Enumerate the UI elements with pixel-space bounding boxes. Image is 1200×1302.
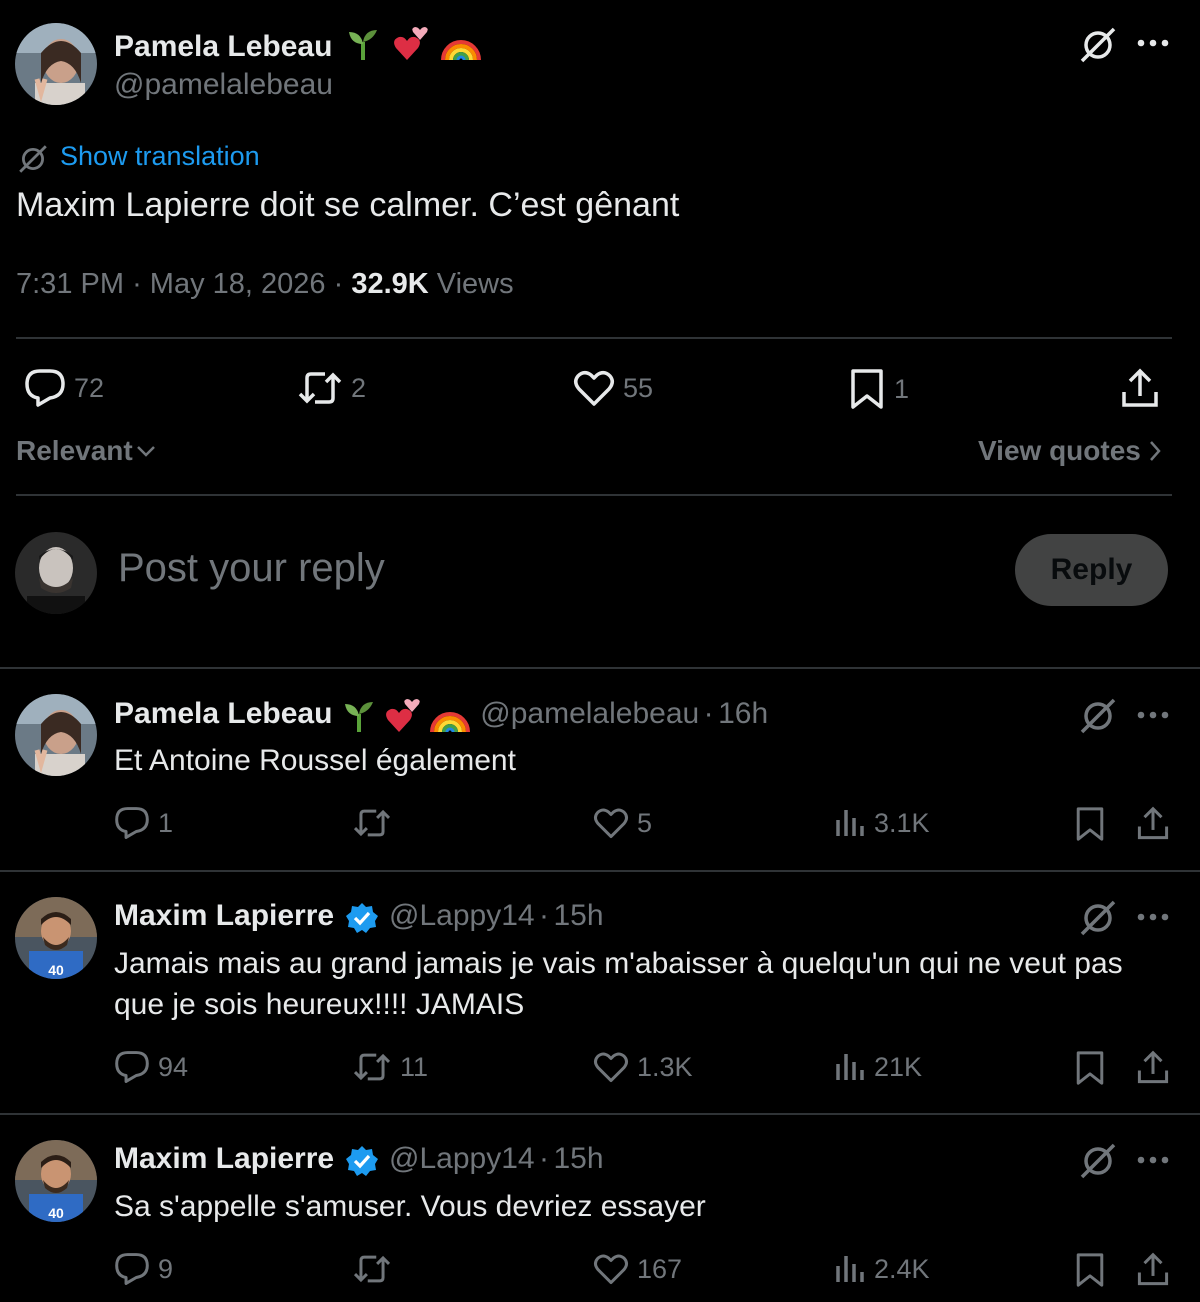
bookmark-icon[interactable] xyxy=(1074,806,1106,842)
verified-badge-icon xyxy=(345,1144,379,1183)
reply-time[interactable]: 15h xyxy=(553,1142,603,1175)
reply-button[interactable]: 9 xyxy=(114,1252,173,1286)
avatar[interactable] xyxy=(15,694,97,776)
author-name[interactable]: Maxim Lapierre xyxy=(114,899,334,932)
heart-icon xyxy=(593,1252,629,1286)
views-label: Views xyxy=(436,268,514,300)
user-avatar[interactable] xyxy=(15,532,97,614)
heart-icon xyxy=(593,1050,629,1084)
divider xyxy=(16,494,1172,496)
repost-button[interactable]: 2 xyxy=(297,368,366,408)
rainbow-emoji xyxy=(429,698,470,739)
reply-button[interactable]: 94 xyxy=(114,1050,188,1084)
two-hearts-emoji xyxy=(385,698,421,739)
sort-replies-dropdown[interactable]: Relevant xyxy=(16,435,157,467)
bookmark-icon[interactable] xyxy=(1074,1252,1106,1288)
verified-badge-icon xyxy=(345,901,379,940)
seedling-emoji xyxy=(341,698,377,739)
like-button[interactable]: 55 xyxy=(573,368,653,408)
divider xyxy=(0,870,1200,872)
grok-icon[interactable] xyxy=(1078,1141,1118,1181)
reply-header: Pamela Lebeau @pamelalebeau · 16h xyxy=(114,697,768,739)
seedling-emoji xyxy=(345,26,381,70)
views-button[interactable]: 2.4K xyxy=(834,1252,930,1286)
avatar[interactable]: 40 xyxy=(15,897,97,979)
reply-button[interactable]: 72 xyxy=(24,368,104,408)
reply-time[interactable]: 15h xyxy=(553,899,603,932)
grok-icon[interactable] xyxy=(1078,696,1118,736)
author-name[interactable]: Pamela Lebeau xyxy=(114,26,482,70)
post-time[interactable]: 7:31 PM xyxy=(16,268,124,300)
chevron-right-icon xyxy=(1147,438,1163,464)
repost-button[interactable]: 11 xyxy=(352,1050,428,1084)
translate-icon xyxy=(17,143,49,175)
share-icon[interactable] xyxy=(1136,806,1170,842)
share-icon[interactable] xyxy=(1136,1252,1170,1288)
reply-icon xyxy=(114,1252,150,1286)
bookmark-icon[interactable] xyxy=(1074,1050,1106,1086)
more-options-icon[interactable] xyxy=(1136,33,1170,53)
grok-icon[interactable] xyxy=(1078,898,1118,938)
post-meta: 7:31 PM · May 18, 2026 · 32.9K Views xyxy=(16,268,514,300)
author-handle[interactable]: @Lappy14 xyxy=(389,899,535,932)
reply-text: Jamais mais au grand jamais je vais m'ab… xyxy=(114,947,1123,1021)
reply-icon xyxy=(24,368,66,408)
author-name[interactable]: Pamela Lebeau xyxy=(114,697,332,730)
author-name[interactable]: Maxim Lapierre xyxy=(114,1142,334,1175)
repost-button[interactable] xyxy=(352,1252,400,1286)
bookmark-button[interactable]: 1 xyxy=(848,368,909,410)
reply-header: Maxim Lapierre @Lappy14 · 15h xyxy=(114,899,604,940)
divider xyxy=(0,667,1200,669)
divider xyxy=(0,1113,1200,1115)
heart-icon xyxy=(573,368,615,408)
reply-text: Et Antoine Roussel également xyxy=(114,744,516,777)
reply-text: Sa s'appelle s'amuser. Vous devriez essa… xyxy=(114,1190,706,1223)
avatar[interactable]: 40 xyxy=(15,1140,97,1222)
avatar[interactable] xyxy=(15,23,97,105)
view-quotes-link[interactable]: View quotes xyxy=(978,435,1163,467)
two-hearts-emoji xyxy=(393,26,429,70)
analytics-icon xyxy=(834,1050,866,1084)
reply-time[interactable]: 16h xyxy=(718,697,768,730)
post-text: Maxim Lapierre doit se calmer. C’est gên… xyxy=(16,186,680,224)
analytics-icon xyxy=(834,806,866,840)
grok-icon[interactable] xyxy=(1078,25,1118,65)
repost-button[interactable] xyxy=(352,806,400,840)
divider xyxy=(16,337,1172,339)
repost-icon xyxy=(352,806,392,840)
like-button[interactable]: 1.3K xyxy=(593,1050,693,1084)
repost-icon xyxy=(297,368,343,408)
views-button[interactable]: 3.1K xyxy=(834,806,930,840)
bookmark-icon xyxy=(848,368,886,410)
reply-submit-button[interactable]: Reply xyxy=(1015,534,1168,606)
svg-text:40: 40 xyxy=(48,962,64,978)
repost-icon xyxy=(352,1252,392,1286)
author-handle[interactable]: @pamelalebeau xyxy=(114,68,333,102)
heart-icon xyxy=(593,806,629,840)
show-translation-link[interactable]: Show translation xyxy=(60,141,260,172)
views-count: 32.9K xyxy=(351,268,429,300)
chevron-down-icon xyxy=(135,440,157,462)
more-options-icon[interactable] xyxy=(1136,907,1170,927)
rainbow-emoji xyxy=(441,26,482,70)
analytics-icon xyxy=(834,1252,866,1286)
reply-input[interactable]: Post your reply xyxy=(118,546,385,591)
more-options-icon[interactable] xyxy=(1136,705,1170,725)
reply-button[interactable]: 1 xyxy=(114,806,173,840)
reply-header: Maxim Lapierre @Lappy14 · 15h xyxy=(114,1142,604,1183)
author-handle[interactable]: @pamelalebeau xyxy=(480,697,699,730)
svg-text:40: 40 xyxy=(48,1205,64,1221)
reply-icon xyxy=(114,1050,150,1084)
reply-icon xyxy=(114,806,150,840)
author-handle[interactable]: @Lappy14 xyxy=(389,1142,535,1175)
like-button[interactable]: 5 xyxy=(593,806,652,840)
views-button[interactable]: 21K xyxy=(834,1050,922,1084)
like-button[interactable]: 167 xyxy=(593,1252,682,1286)
share-icon[interactable] xyxy=(1120,368,1160,410)
more-options-icon[interactable] xyxy=(1136,1150,1170,1170)
post-date[interactable]: May 18, 2026 xyxy=(150,268,326,300)
repost-icon xyxy=(352,1050,392,1084)
share-icon[interactable] xyxy=(1136,1050,1170,1086)
